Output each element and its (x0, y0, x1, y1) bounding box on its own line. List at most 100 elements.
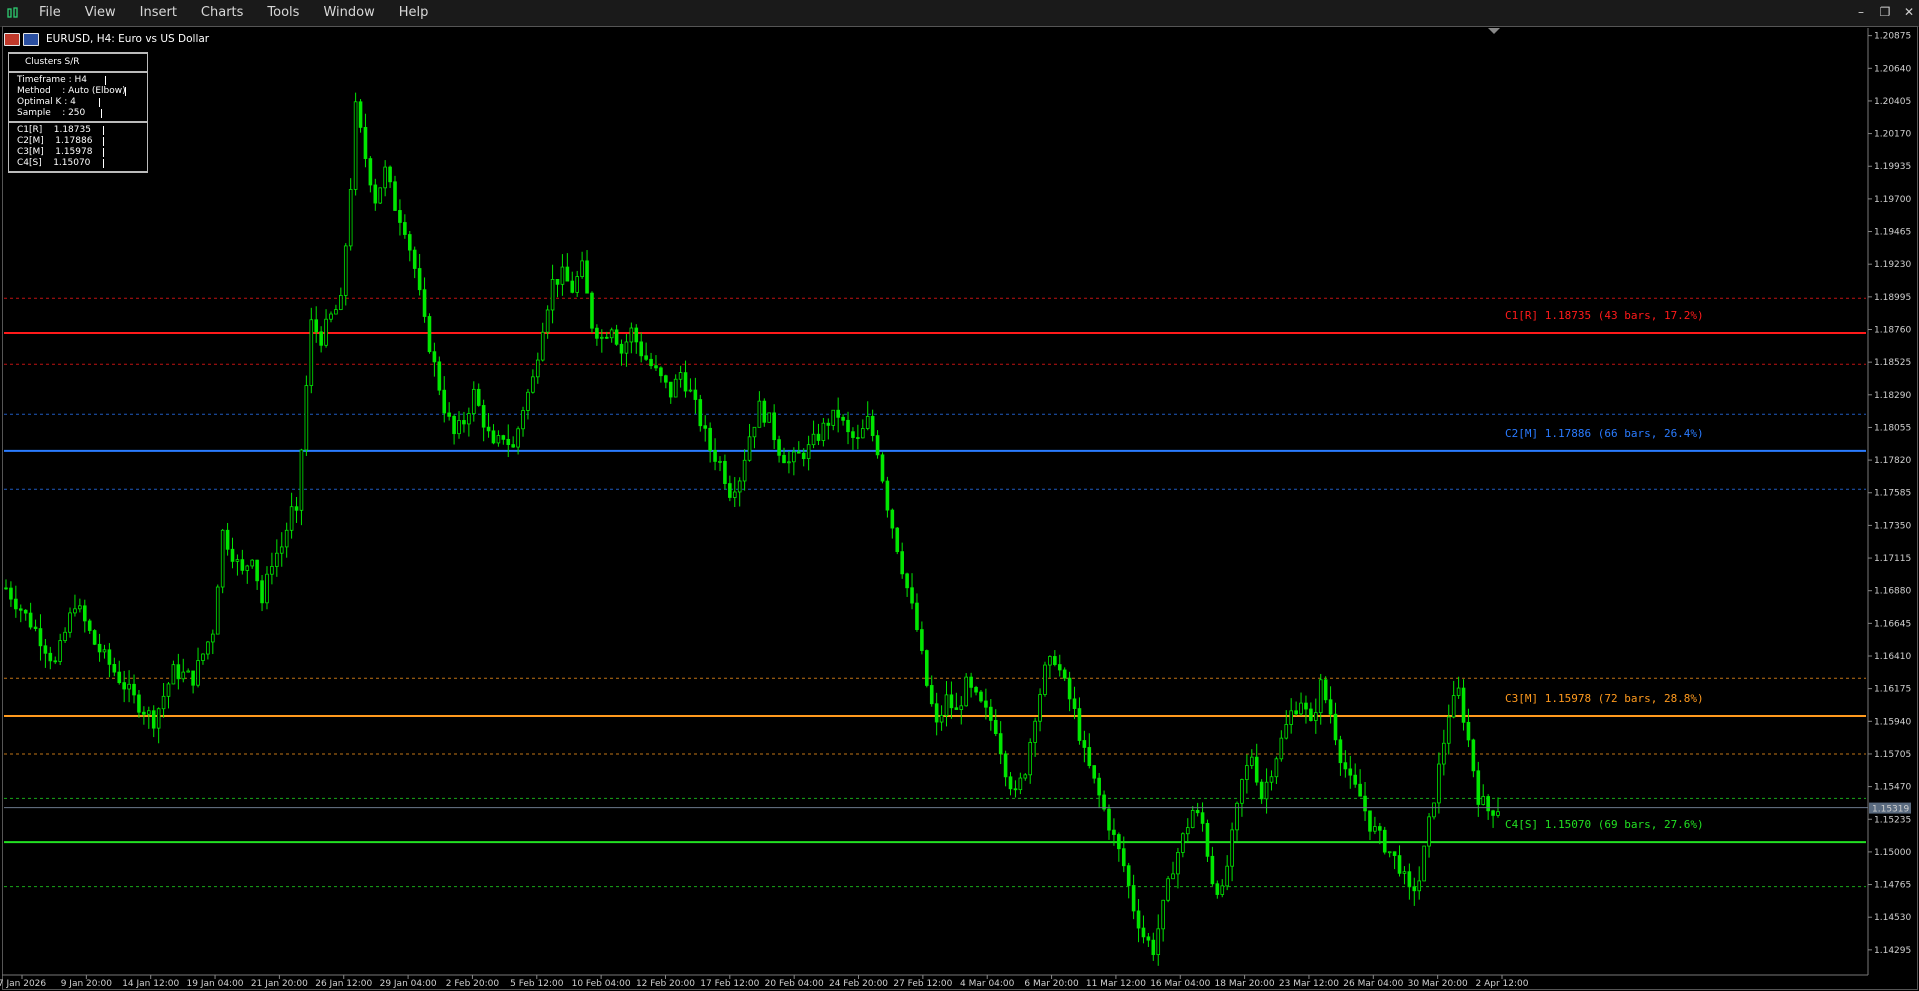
candle-body (585, 260, 589, 294)
candle-body (304, 385, 309, 451)
candle-body (890, 509, 895, 529)
candle-body (590, 292, 594, 329)
candle-body (467, 413, 471, 425)
candle-body (471, 388, 476, 414)
candle-body (447, 412, 451, 417)
candle-body (211, 633, 215, 643)
candle-body (220, 529, 225, 588)
candle-body (619, 343, 624, 354)
candle-body (806, 444, 811, 460)
candle-body (151, 710, 156, 729)
candle-body (639, 341, 644, 357)
candle-body (339, 295, 343, 310)
price-tick-label: 1.18995 (1874, 293, 1911, 303)
candle-body (1245, 765, 1249, 780)
price-tick-label: 1.20170 (1874, 130, 1911, 140)
candle-body (314, 319, 319, 333)
candle-body (1382, 829, 1387, 853)
candle-body (1476, 770, 1481, 805)
price-tick-label: 1.17820 (1874, 456, 1911, 466)
candle-body (353, 101, 358, 190)
candle-body (1299, 702, 1303, 715)
candle-body (97, 643, 102, 653)
candle-body (964, 676, 968, 707)
candle-body (279, 546, 284, 554)
candle-body (989, 706, 993, 721)
candle-body (250, 559, 255, 567)
candle-body (9, 587, 13, 600)
candle-body (1471, 739, 1476, 772)
candle-body (68, 612, 72, 633)
candle-body (235, 559, 240, 562)
candle-body (73, 608, 77, 614)
candle-body (43, 645, 48, 654)
candle-body (885, 480, 890, 511)
time-tick-label: 27 Feb 12:00 (893, 979, 952, 989)
candle-body (230, 548, 235, 562)
candle-body (836, 409, 840, 418)
candle-body (900, 551, 904, 575)
price-tick-label: 1.18525 (1874, 358, 1911, 368)
candle-body (442, 389, 447, 414)
candle-body (565, 266, 570, 282)
candle-body (831, 409, 836, 426)
candle-body (1456, 687, 1461, 696)
candle-body (53, 660, 58, 663)
candle-body (1279, 737, 1284, 760)
candle-body (870, 416, 875, 437)
candle-body (1373, 826, 1377, 832)
candle-body (580, 260, 584, 278)
candle-body (1205, 822, 1210, 857)
candle-body (920, 629, 924, 651)
candle-body (289, 506, 294, 531)
candle-body (954, 707, 959, 710)
candle-body (1328, 699, 1333, 715)
time-tick-label: 19 Jan 04:00 (187, 979, 244, 989)
candle-body (732, 491, 737, 498)
price-tick-label: 1.17585 (1874, 489, 1911, 499)
candle-body (1082, 740, 1087, 748)
candle-body (255, 559, 259, 582)
candle-body (23, 609, 28, 614)
candle-body (1402, 871, 1407, 874)
candle-body (92, 630, 97, 645)
candle-body (127, 683, 131, 690)
candle-body (915, 602, 919, 630)
candle-body (1038, 694, 1042, 722)
candle-body (1249, 756, 1254, 766)
candle-body (718, 460, 722, 463)
candle-body (393, 181, 397, 211)
candle-body (742, 459, 747, 482)
chart-shift-marker-icon[interactable] (1488, 28, 1500, 34)
time-tick-label: 21 Jan 20:00 (251, 979, 308, 989)
candle-body (403, 222, 407, 235)
candle-body (265, 573, 269, 604)
candle-body (934, 703, 939, 723)
price-tick-label: 1.16175 (1874, 685, 1911, 695)
candle-body (1432, 802, 1436, 818)
candle-body (624, 341, 629, 354)
candle-body (1397, 855, 1402, 874)
candle-body (1018, 777, 1023, 791)
candle-body (1077, 708, 1082, 741)
candle-body (644, 355, 648, 360)
candle-body (649, 358, 653, 367)
candle-body (358, 101, 363, 128)
candle-body (422, 289, 427, 317)
time-tick-label: 6 Mar 20:00 (1024, 979, 1079, 989)
candle-body (570, 280, 575, 293)
candle-body (1442, 742, 1446, 765)
candle-body (1358, 783, 1362, 797)
candle-body (979, 691, 983, 702)
candle-body (816, 433, 821, 441)
candle-body (215, 586, 220, 635)
candle-body (82, 605, 87, 622)
candle-body (1417, 880, 1422, 892)
candle-body (1215, 883, 1220, 895)
price-chart[interactable]: 1.20875 1.20640 1.20405 1.20170 1.19935 1.197… (0, 0, 1919, 991)
time-tick-label: 14 Jan 12:00 (122, 979, 179, 989)
candle-body (432, 351, 437, 363)
candle-body (1496, 811, 1500, 816)
level-label: C1[R] 1.18735 (43 bars, 17.2%) (1505, 309, 1704, 322)
candle-body (984, 700, 988, 708)
